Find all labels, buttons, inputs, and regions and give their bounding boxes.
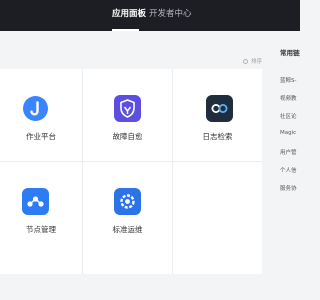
tab-developer-center[interactable]: 开发者中心	[149, 9, 192, 20]
app-label: 标准运维	[112, 225, 143, 234]
sidebar-link[interactable]: Magic	[280, 130, 300, 136]
top-navigation-bar: 应用面板 开发者中心	[0, 0, 300, 31]
app-grid: 作业平台 故障自愈 日志检索 节点管理 标准运维	[0, 69, 262, 274]
sort-label: 排序	[251, 59, 263, 65]
shield-icon	[114, 95, 141, 122]
common-links-panel: 常用链接 蓝鲸S- 视频教 社区论 Magic 用户管 个人信 服务协	[280, 0, 300, 300]
infinity-icon	[206, 95, 233, 122]
sort-icon	[243, 58, 248, 64]
app-label: 日志检索	[202, 132, 233, 141]
sidebar-link[interactable]: 蓝鲸S-	[280, 76, 300, 84]
app-card-fault-healing[interactable]: 故障自愈	[83, 69, 172, 161]
sidebar-link[interactable]: 个人信	[280, 166, 300, 174]
tab-app-panel[interactable]: 应用面板	[112, 9, 146, 20]
common-links-title: 常用链接	[280, 49, 300, 57]
node-link-icon	[22, 188, 49, 215]
app-card-node-management[interactable]: 节点管理	[0, 162, 82, 274]
grid-divider	[0, 161, 262, 162]
app-card-job-platform[interactable]: 作业平台	[0, 69, 82, 161]
sidebar-link[interactable]: 服务协	[280, 184, 300, 192]
sidebar-link[interactable]: 视频教	[280, 94, 300, 102]
grid-divider	[172, 69, 173, 274]
sidebar-link[interactable]: 用户管	[280, 148, 300, 156]
app-label: 故障自愈	[112, 132, 143, 141]
sort-button[interactable]: 排序	[243, 56, 262, 66]
app-label: 节点管理	[26, 225, 56, 234]
app-label: 作业平台	[26, 132, 56, 141]
sidebar-link[interactable]: 社区论	[280, 112, 300, 120]
grid-divider	[82, 69, 83, 274]
active-tab-indicator	[112, 29, 139, 31]
app-card-log-search[interactable]: 日志检索	[173, 69, 262, 161]
app-card-standard-ops[interactable]: 标准运维	[83, 162, 172, 274]
j-circle-icon	[22, 95, 49, 122]
gear-icon	[114, 188, 141, 215]
